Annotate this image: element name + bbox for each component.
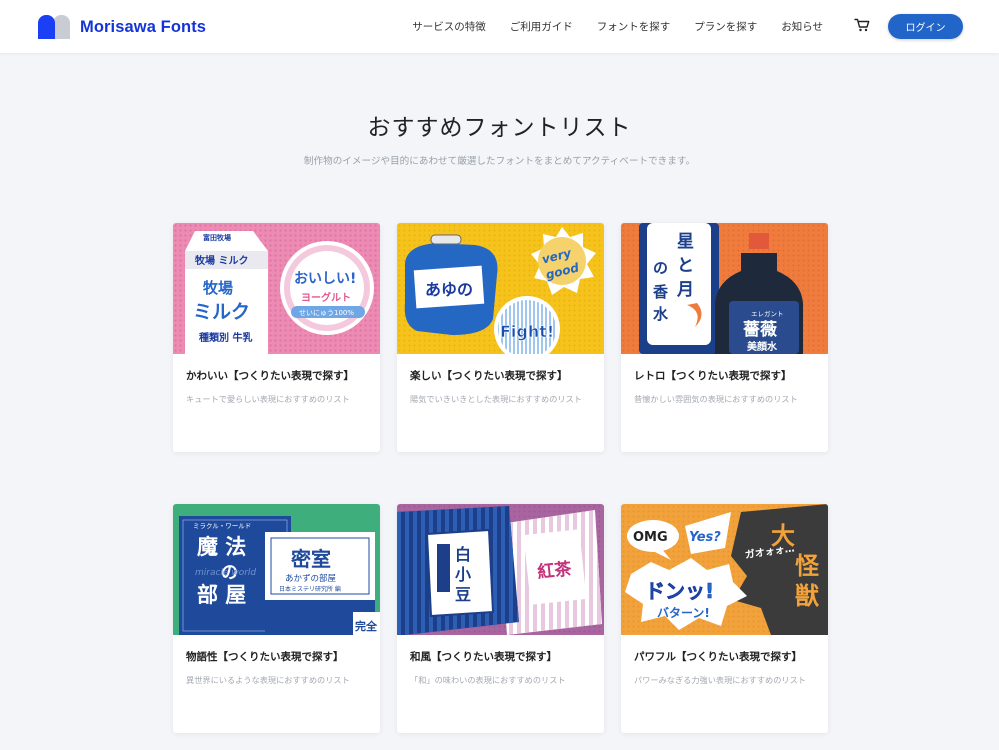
book2-sub-text: あかずの部屋 [285,573,337,584]
svg-text:の: の [653,259,668,277]
bottle2-small-text: エレガント [751,309,784,318]
carton-big2-text: ミルク [193,301,250,323]
svg-text:部 屋: 部 屋 [197,583,246,607]
card-title: 楽しい【つくりたい表現で探す】 [410,370,568,382]
svg-text:と: と [677,256,694,276]
pack2-main-text: 紅茶 [536,558,573,583]
font-list-card-monogatari[interactable]: ミラクル・ワールド 魔 法 の 部 屋 miracle world 密室 あかず… [173,504,380,733]
svg-text:白: 白 [455,545,471,564]
brand-logo[interactable]: Morisawa Fonts [38,15,206,39]
site-header: Morisawa Fonts サービスの特徴 ご利用ガイド フォントを探す プラ… [0,0,999,53]
card-title: 物語性【つくりたい表現で探す】 [186,651,344,663]
card-description: 陽気でいきいきとした表現におすすめのリスト [410,394,582,404]
badge-fight-text: Fight! [500,322,554,341]
font-list-card-powerful[interactable]: OMG Yes? 大 怪 獣 ガオォォ… ドンッ! バターン! パワフル【つくり… [621,504,828,733]
carton-top-text: 富田牧場 [203,233,231,242]
card-description: キュートで愛らしい表現におすすめのリスト [186,394,350,404]
book3-text: 完全 [355,619,378,633]
badge-main-text: おいしい! [294,271,356,287]
card-description: 「和」の味わいの表現におすすめのリスト [410,675,566,685]
carton-small-text: 牧場 ミルク [195,254,248,267]
nav-news[interactable]: お知らせ [781,19,823,34]
svg-text:水: 水 [653,305,669,323]
cart-icon[interactable] [854,18,870,32]
svg-text:星: 星 [677,232,694,252]
svg-text:怪: 怪 [795,552,820,580]
bottle2-big-text: 薔薇 [743,319,777,340]
font-list-card-wafu[interactable]: 紅茶 白 小 豆 和風【つくりたい表現で探す】 「和」の味わいの表現におすすめの… [397,504,604,733]
login-button[interactable]: ログイン [888,14,963,39]
svg-text:小: 小 [455,565,471,584]
book1-en-text: miracle world [195,568,256,578]
don-text: ドンッ! [645,579,714,603]
omg-text: OMG [633,530,668,545]
card-title: パワフル【つくりたい表現で探す】 [634,651,802,663]
nav-find-plans[interactable]: プランを探す [694,19,757,34]
yes-text: Yes? [689,530,721,545]
badge-sub-text: ヨーグルト [301,291,351,304]
card-title: レトロ【つくりたい表現で探す】 [634,370,792,382]
book1-top-text: ミラクル・ワールド [193,522,251,530]
card-thumbnail: あゆの very good Fight! [397,223,604,354]
svg-text:獣: 獣 [795,582,820,610]
carton-label-text: 種類別 牛乳 [199,331,252,344]
card-thumbnail: OMG Yes? 大 怪 獣 ガオォォ… ドンッ! バターン! [621,504,828,635]
svg-text:魔 法: 魔 法 [197,535,246,559]
svg-text:香: 香 [653,283,668,301]
font-list-card-tanoshii[interactable]: あゆの very good Fight! 楽しい【つくりたい表現で探す】 陽気で… [397,223,604,452]
nav-features[interactable]: サービスの特徴 [412,19,486,34]
nav-find-fonts[interactable]: フォントを探す [597,19,671,34]
carton-big1-text: 牧場 [203,279,233,297]
font-list-card-kawaii[interactable]: 富田牧場 牧場 ミルク 牧場 ミルク 種類別 牛乳 おいしい! ヨーグルト せい… [173,223,380,452]
card-description: パワーみなぎる力強い表現におすすめのリスト [634,675,806,685]
badge-ribbon-text: せいにゅう100% [299,309,354,317]
nav-guide[interactable]: ご利用ガイド [510,19,573,34]
card-title: 和風【つくりたい表現で探す】 [410,651,557,663]
card-thumbnail: 紅茶 白 小 豆 [397,504,604,635]
card-title: かわいい【つくりたい表現で探す】 [186,370,354,382]
font-list-card-retro[interactable]: 星 と 月 の 香 水 エレガント 薔薇 美顔水 レトロ【つくりたい表現で探す】… [621,223,828,452]
bottle2-sub-text: 美顔水 [747,340,778,353]
book2-title-text: 密室 [291,547,331,571]
card-thumbnail: 星 と 月 の 香 水 エレガント 薔薇 美顔水 [621,223,828,354]
card-thumbnail: 富田牧場 牧場 ミルク 牧場 ミルク 種類別 牛乳 おいしい! ヨーグルト せい… [173,223,380,354]
card-description: 異世界にいるような表現におすすめのリスト [186,675,350,685]
book2-note-text: 日本ミステリ研究所 編 [279,585,341,593]
batan-text: バターン! [657,606,710,620]
main-nav: サービスの特徴 ご利用ガイド フォントを探す プランを探す お知らせ [388,0,823,53]
svg-text:豆: 豆 [455,585,471,604]
name-tag-text: あゆの [425,280,473,299]
card-thumbnail: ミラクル・ワールド 魔 法 の 部 屋 miracle world 密室 あかず… [173,504,380,635]
morisawa-logo-icon [38,15,70,39]
card-description: 昔懐かしい雰囲気の表現におすすめのリスト [634,394,798,404]
svg-text:月: 月 [676,280,694,300]
page-title: おすすめフォントリスト [367,115,632,141]
brand-name: Morisawa Fonts [80,17,207,36]
page-subtitle: 制作物のイメージや目的にあわせて厳選したフォントをまとめてアクティベートできます… [303,156,696,167]
